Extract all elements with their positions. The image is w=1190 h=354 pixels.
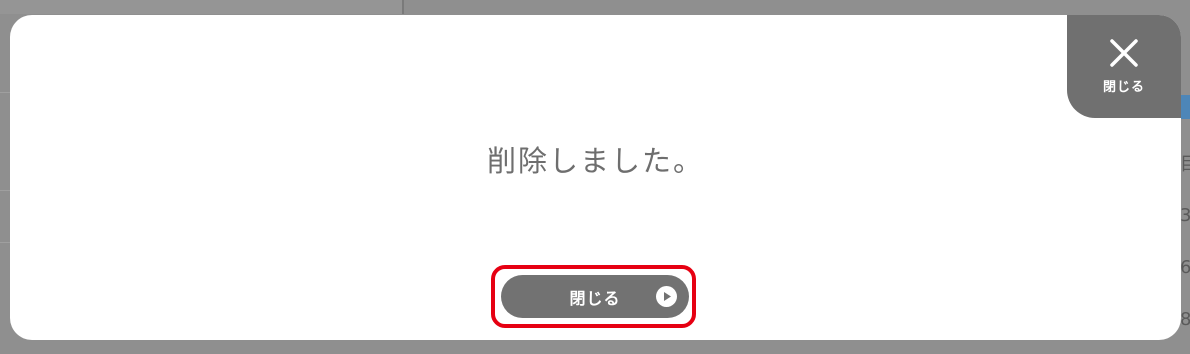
page-overlay: 目 3 6 8 削除しました。 閉じる 閉じる	[0, 0, 1190, 354]
background-tab-strip	[0, 0, 404, 14]
play-circle-icon	[656, 286, 677, 307]
close-button-label: 閉じる	[569, 288, 621, 308]
background-text-fragment: 8	[1180, 309, 1190, 330]
corner-close-label: 閉じる	[1102, 80, 1145, 95]
background-text-fragment: 3	[1180, 205, 1190, 226]
close-icon	[1110, 39, 1138, 67]
corner-close-button[interactable]: 閉じる	[1067, 15, 1181, 118]
close-button[interactable]: 閉じる	[501, 275, 689, 318]
background-text-fragment: 6	[1180, 257, 1190, 278]
background-text-fragment: 目	[1180, 154, 1190, 175]
dialog-message: 削除しました。	[486, 144, 704, 178]
